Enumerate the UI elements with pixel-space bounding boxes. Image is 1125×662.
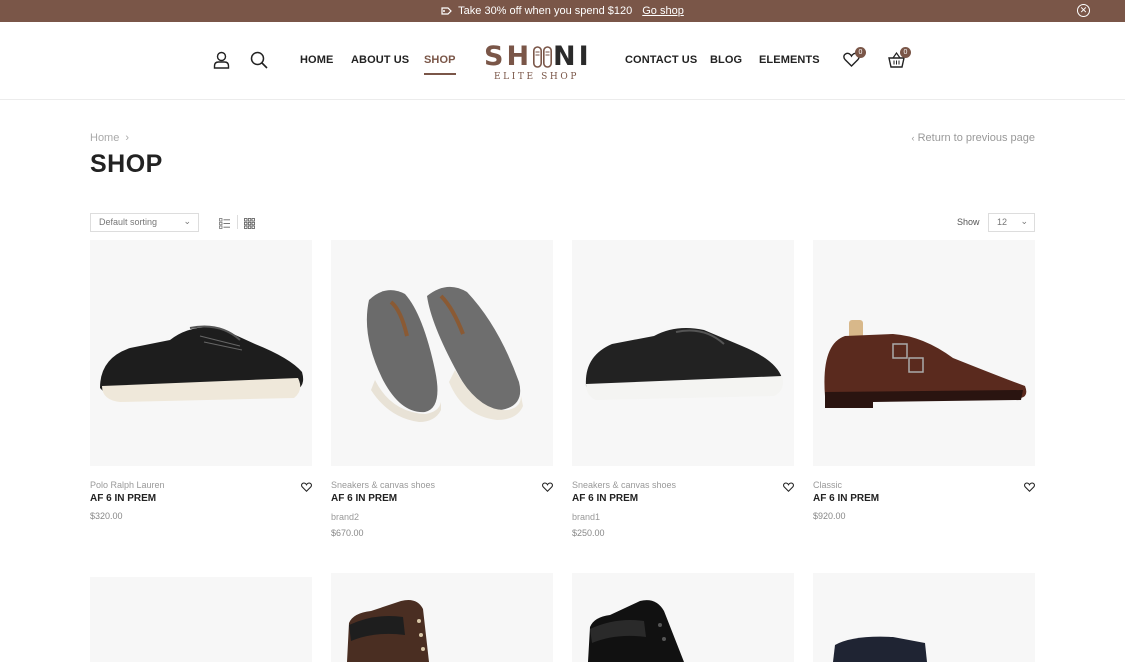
logo-wordmark: SH NI (484, 41, 592, 72)
shoe-logo-icon (533, 45, 553, 68)
heart-icon[interactable] (783, 479, 794, 497)
per-page-select[interactable]: 12 ⌄ (988, 213, 1035, 232)
wishlist-button[interactable]: 0 (843, 47, 866, 72)
logo-tagline: ELITE SHOP (494, 72, 579, 82)
chevron-down-icon: ⌄ (1020, 216, 1028, 226)
heart-icon[interactable] (542, 479, 553, 497)
heart-icon[interactable] (1024, 479, 1035, 497)
product-price: $320.00 (90, 511, 123, 521)
promo-content: Take 30% off when you spend $120 Go shop (441, 5, 684, 17)
nav-shop[interactable]: SHOP (424, 54, 456, 75)
product-category: Polo Ralph Lauren (90, 480, 165, 490)
product-image[interactable] (813, 573, 1035, 662)
product-image[interactable] (813, 240, 1035, 466)
product-price: $920.00 (813, 511, 846, 521)
product-image[interactable] (572, 240, 794, 466)
product-card[interactable]: Polo Ralph Lauren AF 6 IN PREM $320.00 (90, 240, 312, 521)
product-brand: brand1 (572, 512, 601, 522)
view-divider (237, 215, 238, 229)
product-card[interactable] (572, 573, 794, 662)
user-icon[interactable] (213, 51, 230, 74)
grey-suede-sneakers-image (366, 286, 523, 422)
black-boot-image (588, 600, 684, 662)
product-image[interactable] (90, 577, 312, 662)
sort-select-value: Default sorting (99, 217, 158, 227)
black-sneaker-image (100, 325, 304, 402)
grid-view-icon[interactable] (244, 216, 255, 234)
nav-elements[interactable]: ELEMENTS (759, 54, 820, 66)
brown-boot-image (347, 600, 429, 662)
product-name[interactable]: AF 6 IN PREM (331, 493, 397, 504)
cart-count-badge: 0 (900, 47, 911, 58)
product-card[interactable]: Sneakers & canvas shoes AF 6 IN PREM bra… (572, 240, 794, 538)
navy-boot-image (833, 636, 927, 662)
nav-blog[interactable]: BLOG (710, 54, 742, 66)
list-view-icon[interactable] (219, 216, 230, 234)
product-name[interactable]: AF 6 IN PREM (813, 493, 879, 504)
promo-bar: Take 30% off when you spend $120 Go shop… (0, 0, 1125, 22)
product-card[interactable] (331, 573, 553, 662)
promo-text: Take 30% off when you spend $120 (458, 5, 633, 17)
product-image[interactable] (90, 240, 312, 466)
per-page-value: 12 (997, 217, 1008, 227)
product-category: Sneakers & canvas shoes (331, 480, 436, 490)
chevron-down-icon: ⌄ (183, 216, 191, 226)
return-link-label: Return to previous page (917, 132, 1035, 144)
nav-about-us[interactable]: ABOUT US (351, 54, 409, 66)
product-name[interactable]: AF 6 IN PREM (90, 493, 156, 504)
product-card[interactable]: Classic AF 6 IN PREM $920.00 (813, 240, 1035, 521)
product-category: Sneakers & canvas shoes (572, 480, 677, 490)
tag-icon (441, 7, 453, 15)
show-label: Show (957, 217, 980, 227)
breadcrumb[interactable]: Home › (90, 132, 129, 144)
logo[interactable]: SH NI ELITE SHOP (484, 41, 594, 87)
black-leather-sneaker-image (585, 328, 783, 400)
cart-button[interactable]: 0 (888, 47, 911, 73)
product-card[interactable] (813, 573, 1035, 662)
breadcrumb-separator: › (125, 132, 130, 144)
return-link[interactable]: ‹ Return to previous page (912, 132, 1035, 144)
product-image[interactable] (331, 240, 553, 466)
product-price: $250.00 (572, 528, 605, 538)
product-price: $670.00 (331, 528, 364, 538)
sort-select[interactable]: Default sorting ⌄ (90, 213, 199, 232)
go-shop-link[interactable]: Go shop (642, 5, 684, 17)
product-name[interactable]: AF 6 IN PREM (572, 493, 638, 504)
product-card[interactable] (90, 577, 312, 662)
close-icon[interactable]: ✕ (1077, 4, 1090, 17)
page-title: SHOP (90, 150, 163, 178)
logo-text-right: NI (553, 41, 592, 72)
heart-icon[interactable] (301, 479, 312, 497)
breadcrumb-home[interactable]: Home (90, 132, 119, 144)
brown-monk-strap-shoe-image (824, 320, 1027, 408)
search-icon[interactable] (250, 51, 268, 74)
product-card[interactable]: Sneakers & canvas shoes AF 6 IN PREM bra… (331, 240, 553, 538)
product-category: Classic (813, 480, 843, 490)
nav-contact-us[interactable]: CONTACT US (625, 54, 697, 66)
product-image[interactable] (572, 573, 794, 662)
nav-home[interactable]: HOME (300, 54, 333, 66)
site-header: HOME ABOUT US SHOP SH NI ELITE SHOP CONT… (0, 22, 1125, 100)
product-image[interactable] (331, 573, 553, 662)
chevron-left-icon: ‹ (911, 133, 915, 143)
product-brand: brand2 (331, 512, 360, 522)
wishlist-count-badge: 0 (855, 47, 866, 58)
logo-text-left: SH (484, 41, 533, 72)
